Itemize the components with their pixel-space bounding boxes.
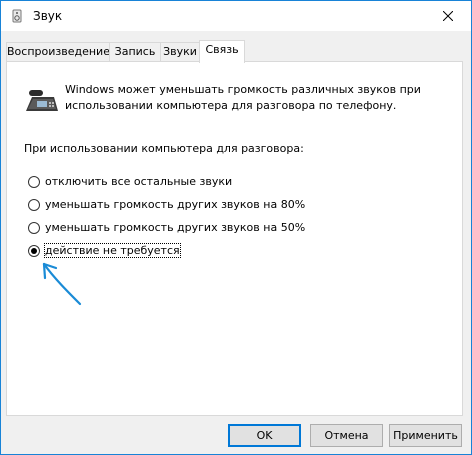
option-mute-all[interactable]: отключить все остальные звуки: [28, 175, 232, 188]
option-label: уменьшать громкость других звуков на 80%: [45, 198, 306, 211]
window-title: Звук: [33, 9, 63, 23]
communications-panel: Windows может уменьшать громкость различ…: [6, 61, 463, 416]
title-bar: Звук: [1, 1, 471, 31]
option-reduce-50[interactable]: уменьшать громкость других звуков на 50%: [28, 221, 305, 234]
ok-button[interactable]: OK: [228, 424, 301, 447]
apply-button[interactable]: Применить: [389, 424, 462, 447]
close-button[interactable]: [425, 1, 471, 31]
sound-dialog: Звук Воспроизведение Запись Звуки Связь …: [0, 0, 472, 455]
option-label: уменьшать громкость других звуков на 50%: [45, 221, 306, 234]
cancel-button[interactable]: Отмена: [310, 424, 383, 447]
radio-button[interactable]: [28, 198, 40, 211]
intro-text: Windows может уменьшать громкость различ…: [65, 83, 421, 112]
radio-button[interactable]: [28, 221, 40, 234]
option-reduce-80[interactable]: уменьшать громкость других звуков на 80%: [28, 198, 305, 211]
option-label: отключить все остальные звуки: [45, 175, 233, 188]
annotation-arrow-icon: [42, 262, 82, 306]
tab-recording[interactable]: Запись: [109, 42, 161, 62]
radio-button[interactable]: [28, 175, 40, 188]
tab-sounds[interactable]: Звуки: [160, 42, 200, 62]
tab-playback[interactable]: Воспроизведение: [6, 42, 110, 62]
close-icon: [443, 11, 453, 21]
tab-communications[interactable]: Связь: [199, 40, 245, 63]
question-label: При использовании компьютера для разгово…: [24, 142, 304, 155]
speaker-icon: [12, 9, 22, 23]
telephone-icon: [26, 90, 58, 111]
